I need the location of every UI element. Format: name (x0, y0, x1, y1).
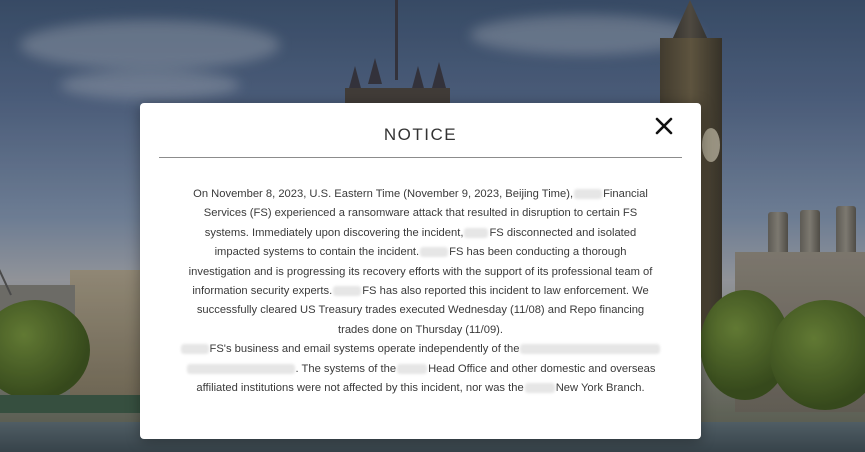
redacted-text (397, 363, 428, 374)
notice-paragraph-1: On November 8, 2023, U.S. Eastern Time (… (170, 185, 671, 340)
text: Financial (603, 188, 648, 200)
text: successfully cleared US Treasury trades … (196, 304, 645, 317)
close-button[interactable] (651, 113, 677, 139)
text: impacted systems to contain the incident… (214, 246, 420, 259)
redacted-text (420, 247, 449, 258)
text: information security experts. (192, 285, 333, 298)
text: FS has been conducting a thorough (449, 246, 627, 259)
redacted-text (186, 363, 295, 374)
redacted-text (464, 227, 489, 238)
redacted-text (180, 344, 209, 355)
text: FS's business and email systems operate … (209, 343, 520, 356)
text: Services (FS) experienced a ransomware a… (203, 207, 638, 220)
text: New York Branch. (555, 382, 645, 395)
notice-modal: NOTICE On November 8, 2023, U.S. Eastern… (140, 103, 701, 439)
text: systems. Immediately upon discovering th… (204, 226, 464, 239)
notice-body: On November 8, 2023, U.S. Eastern Time (… (170, 185, 671, 398)
text: trades done on Thursday (11/09). (337, 323, 503, 336)
redacted-text (520, 344, 661, 355)
text: . The systems of the (295, 362, 397, 375)
text: Head Office and other domestic and overs… (428, 362, 656, 375)
notice-paragraph-2: FS's business and email systems operate … (170, 340, 671, 398)
redacted-text (574, 189, 603, 200)
close-icon (655, 117, 673, 135)
title-divider (159, 157, 682, 158)
text: On November 8, 2023, U.S. Eastern Time (… (193, 188, 574, 200)
modal-title: NOTICE (383, 125, 458, 144)
text: FS disconnected and isolated (489, 226, 637, 239)
text: investigation and is progressing its rec… (188, 265, 653, 278)
text: affiliated institutions were not affecte… (196, 382, 524, 395)
redacted-text (333, 286, 362, 297)
text: FS has also reported this incident to la… (362, 285, 649, 298)
redacted-text (524, 383, 555, 394)
